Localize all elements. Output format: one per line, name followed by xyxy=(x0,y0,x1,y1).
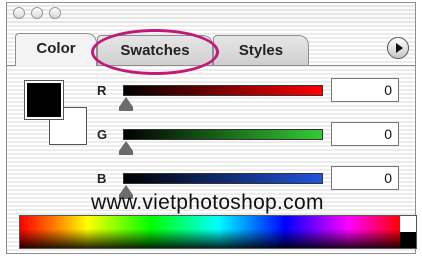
slider-thumb-r[interactable] xyxy=(119,97,133,111)
color-panel: Color Swatches Styles R 0 G 0 B 0 www.vi… xyxy=(6,2,417,254)
channel-label-b: B xyxy=(97,171,107,186)
slider-thumb-g[interactable] xyxy=(119,141,133,155)
tab-color[interactable]: Color xyxy=(15,33,97,66)
tab-styles[interactable]: Styles xyxy=(213,35,309,65)
watermark-text: www.vietphotoshop.com xyxy=(91,191,324,214)
panel-menu-button[interactable] xyxy=(387,37,409,59)
spectrum-white-swatch[interactable] xyxy=(400,216,416,232)
channel-label-g: G xyxy=(97,127,108,142)
slider-track-b[interactable] xyxy=(123,173,323,184)
color-spectrum-bar[interactable] xyxy=(19,215,417,249)
zoom-window-button[interactable] xyxy=(49,7,61,19)
slider-track-g[interactable] xyxy=(123,129,323,140)
value-field-g[interactable]: 0 xyxy=(331,122,399,146)
channel-label-r: R xyxy=(97,83,107,98)
minimize-window-button[interactable] xyxy=(31,7,43,19)
value-field-b[interactable]: 0 xyxy=(331,166,399,190)
value-field-r[interactable]: 0 xyxy=(331,78,399,102)
title-bar[interactable] xyxy=(7,3,415,25)
spectrum-black-swatch[interactable] xyxy=(400,232,416,248)
swatches-highlight-ellipse xyxy=(91,29,219,75)
close-window-button[interactable] xyxy=(13,7,25,19)
foreground-color-swatch[interactable] xyxy=(24,80,64,120)
slider-track-r[interactable] xyxy=(123,85,323,96)
